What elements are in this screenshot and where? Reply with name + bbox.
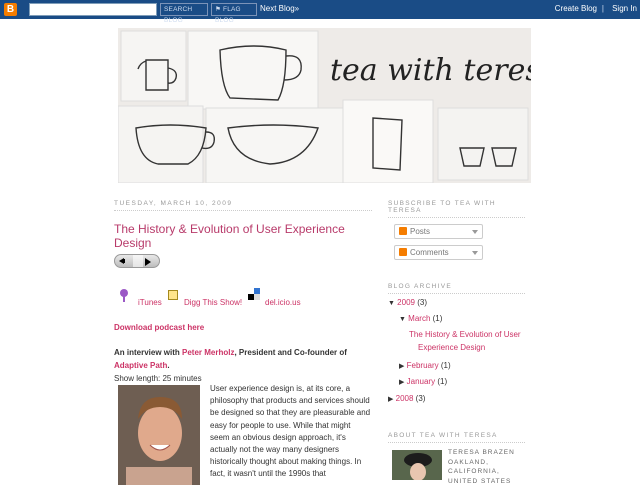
interview-suffix: . bbox=[167, 361, 170, 370]
blogger-navbar: B SEARCH BLOG ⚑ FLAG BLOG Next Blog» Cre… bbox=[0, 0, 640, 24]
archive-march[interactable]: ▼ March (1) bbox=[399, 314, 442, 323]
sidebar: SUBSCRIBE TO TEA WITH TERESA Posts Comme… bbox=[388, 200, 525, 485]
archive-count: (1) bbox=[432, 314, 443, 323]
audio-player[interactable] bbox=[114, 254, 160, 268]
comments-label: Comments bbox=[410, 248, 449, 257]
chevron-down-icon bbox=[472, 251, 478, 255]
triangle-right-icon[interactable]: ▶ bbox=[399, 363, 404, 370]
subscribe-comments-button[interactable]: Comments bbox=[394, 245, 483, 260]
archive-month-link[interactable]: February bbox=[407, 361, 439, 370]
about-heading: ABOUT TEA WITH TERESA bbox=[388, 432, 525, 443]
archive-month-link[interactable]: January bbox=[407, 377, 435, 386]
archive-year-link[interactable]: 2008 bbox=[396, 394, 414, 403]
profile-name-link[interactable]: TERESA BRAZEN bbox=[448, 449, 515, 456]
archive-count: (3) bbox=[415, 394, 426, 403]
audio-progress bbox=[133, 255, 143, 267]
subscribe-posts-button[interactable]: Posts bbox=[394, 224, 483, 239]
blog-header-image[interactable]: tea with teresa bbox=[118, 28, 531, 183]
chevron-down-icon bbox=[472, 230, 478, 234]
archive-january[interactable]: ▶ January (1) bbox=[399, 377, 447, 386]
post-date-header: TUESDAY, MARCH 10, 2009 bbox=[114, 200, 372, 211]
triangle-down-icon[interactable]: ▼ bbox=[399, 316, 406, 323]
archive-count: (3) bbox=[417, 298, 427, 307]
sign-in-link[interactable]: Sign In bbox=[612, 4, 637, 13]
speaker-icon[interactable] bbox=[119, 258, 125, 264]
peter-merholz-link[interactable]: Peter Merholz bbox=[182, 348, 234, 357]
post-title[interactable]: The History & Evolution of User Experien… bbox=[114, 222, 372, 250]
archive-month-link[interactable]: March bbox=[408, 314, 430, 323]
search-input[interactable] bbox=[29, 3, 157, 16]
about-profile-text: TERESA BRAZEN OAKLAND, CALIFORNIA, UNITE… bbox=[448, 448, 528, 486]
delicious-icon[interactable] bbox=[248, 288, 260, 300]
delicious-link[interactable]: del.icio.us bbox=[265, 298, 301, 307]
subscribe-heading: SUBSCRIBE TO TEA WITH TERESA bbox=[388, 200, 525, 218]
rss-icon bbox=[399, 227, 407, 235]
posts-label: Posts bbox=[410, 227, 431, 236]
tea-cups-sketch: tea with teresa bbox=[118, 28, 531, 183]
archive-2008[interactable]: ▶ 2008 (3) bbox=[388, 394, 425, 403]
podcast-links-row: iTunes Digg This Show! del.icio.us bbox=[114, 288, 372, 310]
post-body-text: User experience design is, at its core, … bbox=[210, 384, 371, 479]
adaptive-path-link[interactable]: Adaptive Path bbox=[114, 361, 167, 370]
search-blog-button[interactable]: SEARCH BLOG bbox=[160, 3, 208, 24]
download-podcast-link[interactable]: Download podcast here bbox=[114, 323, 372, 332]
triangle-down-icon[interactable]: ▼ bbox=[388, 300, 395, 307]
archive-year-link[interactable]: 2009 bbox=[397, 298, 415, 307]
main-column: TUESDAY, MARCH 10, 2009 The History & Ev… bbox=[114, 200, 372, 485]
digg-icon[interactable] bbox=[168, 290, 178, 300]
digg-link[interactable]: Digg This Show! bbox=[184, 298, 242, 307]
create-blog-link[interactable]: Create Blog bbox=[555, 4, 597, 13]
archive-post-line-2[interactable]: Experience Design bbox=[409, 343, 485, 352]
itunes-link[interactable]: iTunes bbox=[138, 298, 162, 307]
flag-blog-button[interactable]: ⚑ FLAG BLOG bbox=[211, 3, 257, 24]
blogger-logo-icon[interactable]: B bbox=[4, 3, 17, 16]
rss-icon bbox=[399, 248, 407, 256]
interview-prefix: An interview with bbox=[114, 348, 183, 357]
archive-post-line-1[interactable]: The History & Evolution of User bbox=[409, 330, 521, 339]
triangle-right-icon[interactable]: ▶ bbox=[399, 379, 404, 386]
profile-location: OAKLAND, CALIFORNIA, UNITED STATES bbox=[448, 458, 512, 485]
itunes-icon[interactable] bbox=[119, 288, 129, 302]
archive-post-link[interactable]: The History & Evolution of User Experien… bbox=[409, 329, 521, 354]
navbar-separator: | bbox=[601, 4, 604, 13]
archive-heading: BLOG ARCHIVE bbox=[388, 283, 525, 294]
play-icon[interactable] bbox=[145, 258, 151, 266]
next-blog-link[interactable]: Next Blog» bbox=[260, 4, 299, 13]
archive-count: (1) bbox=[440, 361, 451, 370]
interview-middle: , President and Co-founder of bbox=[234, 348, 347, 357]
archive-february[interactable]: ▶ February (1) bbox=[399, 361, 451, 370]
interview-line: An interview with Peter Merholz, Preside… bbox=[114, 346, 372, 372]
archive-count: (1) bbox=[437, 377, 448, 386]
profile-photo[interactable] bbox=[392, 450, 442, 481]
header-title-text: tea with teresa bbox=[330, 53, 531, 88]
archive-2009[interactable]: ▼ 2009 (3) bbox=[388, 298, 427, 307]
peter-merholz-photo bbox=[118, 385, 200, 485]
triangle-right-icon[interactable]: ▶ bbox=[388, 396, 393, 403]
